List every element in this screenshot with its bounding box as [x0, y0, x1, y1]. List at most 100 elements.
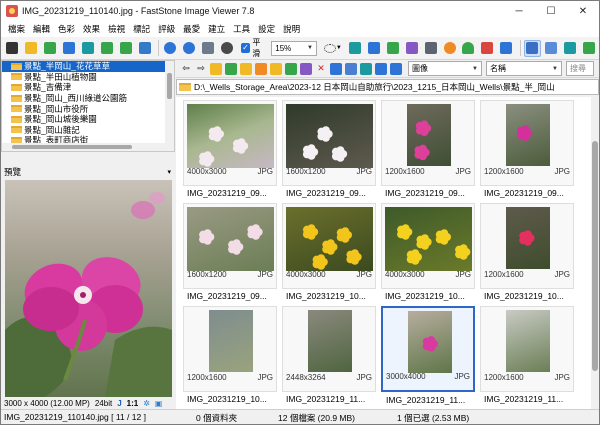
email-button[interactable] — [80, 40, 97, 57]
up-folder-button[interactable] — [209, 62, 223, 76]
move-to-button[interactable] — [284, 62, 298, 76]
favorite-folder-button[interactable] — [254, 62, 268, 76]
minimize-button[interactable]: ─ — [503, 1, 535, 21]
forward-button[interactable]: ⇨ — [194, 62, 208, 76]
rotate-button[interactable] — [385, 40, 402, 57]
sort-select[interactable]: 名稱 ▼ — [486, 61, 562, 76]
menu-favorites[interactable]: 最愛 — [179, 21, 204, 37]
thumbnail-filename: IMG_20231219_10... — [484, 291, 564, 301]
save-button[interactable] — [61, 40, 78, 57]
new-folder-button[interactable] — [239, 62, 253, 76]
search-input[interactable]: 搜尋 — [566, 61, 594, 76]
select-shape-button[interactable]: ▼ — [321, 40, 345, 57]
thumbnail-item[interactable]: 3000x4000 JPG IMG_20231219_11... — [381, 306, 475, 405]
file-type-filter-select[interactable]: 圖像 ▼ — [408, 61, 482, 76]
crop-button[interactable] — [347, 40, 364, 57]
thumbnail-item[interactable]: 1600x1200 JPG IMG_20231219_09... — [183, 203, 277, 301]
menu-view[interactable]: 檢視 — [104, 21, 129, 37]
thumbnail-item[interactable]: 1200x1600 JPG IMG_20231219_09... — [480, 100, 574, 198]
thumbnail-item[interactable]: 1200x1600 JPG IMG_20231219_09... — [381, 100, 475, 198]
zoom-in-button[interactable] — [162, 40, 179, 57]
menu-create[interactable]: 建立 — [204, 21, 229, 37]
scrollbar-thumb[interactable] — [12, 145, 132, 149]
thumbnail-item[interactable]: 2448x3264 JPG IMG_20231219_11... — [282, 306, 376, 404]
thumbnail-filename: IMG_20231219_09... — [385, 188, 465, 198]
thumbnail-grid[interactable]: 4000x3000 JPG IMG_20231219_09... 1600x1200 J… — [176, 97, 591, 409]
info-button[interactable] — [136, 40, 153, 57]
actual-size-button[interactable] — [219, 40, 236, 57]
chevron-down-icon: ▼ — [472, 65, 478, 72]
folder-vertical-scrollbar[interactable] — [165, 61, 174, 151]
thumbnail-item[interactable]: 4000x3000 JPG IMG_20231219_10... — [381, 203, 475, 301]
menu-bar: 檔案 編輯 色彩 效果 檢視 標記 評級 最愛 建立 工具 設定 說明 — [1, 21, 599, 37]
layout-preview-button[interactable] — [561, 40, 578, 57]
slideshow-button[interactable] — [498, 40, 515, 57]
print-button[interactable] — [422, 40, 439, 57]
menu-tools[interactable]: 工具 — [229, 21, 254, 37]
grid-icon — [526, 42, 539, 54]
maximize-button[interactable]: ☐ — [535, 1, 567, 21]
menu-edit[interactable]: 編輯 — [29, 21, 54, 37]
thumbnail-item[interactable]: 1200x1600 JPG IMG_20231219_10... — [183, 306, 277, 404]
thumbnail-meta: 1200x1600 JPG — [385, 167, 471, 176]
chevron-down-icon[interactable]: ▾ — [167, 168, 171, 176]
resize-button[interactable] — [366, 40, 383, 57]
refresh-button[interactable] — [224, 62, 238, 76]
settings-gear-icon[interactable]: ✲ — [143, 399, 150, 408]
user-button[interactable] — [460, 40, 477, 57]
folder-icon — [11, 83, 22, 91]
filter-options-button[interactable] — [374, 62, 388, 76]
menu-file[interactable]: 檔案 — [4, 21, 29, 37]
actual-size-icon — [221, 42, 234, 54]
fit-window-button[interactable] — [200, 40, 217, 57]
fullscreen-button[interactable] — [580, 40, 597, 57]
thumbnail-dimensions: 2448x3264 — [286, 373, 326, 382]
copy-to-button[interactable] — [269, 62, 283, 76]
open-file-button[interactable] — [42, 40, 59, 57]
thumbnail-item[interactable]: 1200x1600 JPG IMG_20231219_10... — [480, 203, 574, 301]
zoom-out-button[interactable] — [181, 40, 198, 57]
flower-petal — [203, 151, 212, 160]
path-bar[interactable]: D:\_Wells_Storage_Area\2023-12 日本岡山自助旅行\… — [176, 79, 599, 95]
zoom-select[interactable]: 15% ▼ — [271, 40, 317, 56]
undo-button[interactable] — [479, 40, 496, 57]
rename-button[interactable] — [299, 62, 313, 76]
layout-thumbnails-button[interactable] — [523, 39, 541, 57]
thumbnail-size-button[interactable] — [344, 62, 358, 76]
folder-icon — [11, 62, 22, 70]
grid-vertical-scrollbar[interactable] — [591, 97, 599, 409]
previous-button[interactable] — [98, 40, 115, 57]
menu-tag[interactable]: 標記 — [129, 21, 154, 37]
preview-ratio[interactable]: 1:1 — [127, 399, 139, 408]
close-button[interactable]: ✕ — [567, 1, 599, 21]
thumbnail-item[interactable]: 1200x1600 JPG IMG_20231219_11... — [480, 306, 574, 404]
folder-tree[interactable]: 景點_半岡山_花花草草 景點_半田山植物園 景點_吉備津 景點_岡山_西川綠道公… — [1, 60, 175, 152]
menu-settings[interactable]: 設定 — [254, 21, 279, 37]
thumbnail-item[interactable]: 1600x1200 JPG IMG_20231219_09... — [282, 100, 376, 198]
menu-rating[interactable]: 評級 — [154, 21, 179, 37]
menu-help[interactable]: 說明 — [279, 21, 304, 37]
select-all-button[interactable] — [329, 62, 343, 76]
thumbnail-item[interactable]: 4000x3000 JPG IMG_20231219_10... — [282, 203, 376, 301]
layout-details-button[interactable] — [543, 40, 560, 57]
scrollbar-thumb[interactable] — [592, 141, 598, 371]
view-mode-button[interactable] — [389, 62, 403, 76]
sort-options-button[interactable] — [359, 62, 373, 76]
thumbnail-type: JPG — [455, 270, 471, 279]
thumbnail-type: JPG — [454, 372, 470, 381]
back-button[interactable]: ⇦ — [179, 62, 193, 76]
edit-button[interactable] — [403, 40, 420, 57]
camera-button[interactable] — [4, 40, 21, 57]
expand-icon[interactable]: ▣ — [155, 399, 163, 408]
open-folder-button[interactable] — [23, 40, 40, 57]
menu-color[interactable]: 色彩 — [54, 21, 79, 37]
adjust-button[interactable] — [441, 40, 458, 57]
scrollbar-thumb[interactable] — [167, 73, 172, 99]
thumbnail-filename: IMG_20231219_11... — [386, 395, 466, 405]
delete-button[interactable]: ✕ — [314, 62, 328, 76]
smooth-checkbox[interactable]: ✓ 平滑 — [240, 37, 269, 59]
next-button[interactable] — [117, 40, 134, 57]
thumbnail-item[interactable]: 4000x3000 JPG IMG_20231219_09... — [183, 100, 277, 198]
folder-horizontal-scrollbar[interactable] — [2, 143, 167, 151]
menu-effects[interactable]: 效果 — [79, 21, 104, 37]
